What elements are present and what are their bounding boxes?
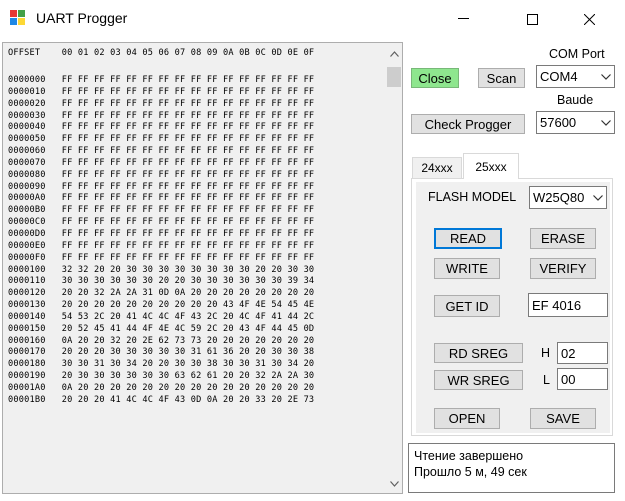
com-port-select[interactable]: COM4 (536, 65, 615, 88)
hex-row: 00000F0 FF FF FF FF FF FF FF FF FF FF FF… (8, 252, 315, 263)
close-icon (583, 13, 595, 25)
window-title: UART Progger (36, 10, 128, 26)
hex-row: 0000050 FF FF FF FF FF FF FF FF FF FF FF… (8, 134, 315, 145)
hex-row: 0000140 54 53 2C 20 41 4C 4C 4F 43 2C 20… (8, 311, 315, 322)
baude-label: Baude (557, 93, 594, 107)
hex-row: 0000020 FF FF FF FF FF FF FF FF FF FF FF… (8, 98, 315, 109)
check-progger-button[interactable]: Check Progger (411, 114, 525, 134)
h-label: H (541, 346, 551, 360)
write-button[interactable]: WRITE (434, 258, 500, 279)
l-label: L (543, 373, 550, 387)
open-button[interactable]: OPEN (434, 408, 500, 429)
hex-row: 0000070 FF FF FF FF FF FF FF FF FF FF FF… (8, 157, 315, 168)
tab-24xxx[interactable]: 24xxx (412, 157, 462, 178)
scroll-thumb[interactable] (387, 67, 401, 87)
hex-row: 00001A0 0A 20 20 20 20 20 20 20 20 20 20… (8, 382, 315, 393)
hex-row: 00000A0 FF FF FF FF FF FF FF FF FF FF FF… (8, 193, 315, 204)
hex-row: 00001B0 20 20 20 41 4C 4C 4F 43 0D 0A 20… (8, 394, 315, 405)
baude-value: 57600 (540, 115, 577, 130)
chevron-down-icon (597, 66, 614, 87)
chevron-down-icon (589, 187, 606, 208)
hex-row: 0000090 FF FF FF FF FF FF FF FF FF FF FF… (8, 181, 315, 192)
hex-row: 0000190 20 30 30 30 30 30 30 63 62 61 20… (8, 371, 315, 382)
minimize-icon (457, 18, 469, 19)
verify-button[interactable]: VERIFY (530, 258, 596, 279)
hex-rows: 0000000 FF FF FF FF FF FF FF FF FF FF FF… (8, 75, 314, 407)
com-port-label: COM Port (549, 47, 605, 61)
hex-row: 0000000 FF FF FF FF FF FF FF FF FF FF FF… (8, 75, 315, 85)
hex-row: 00000C0 FF FF FF FF FF FF FF FF FF FF FF… (8, 217, 315, 228)
save-button[interactable]: SAVE (530, 408, 596, 429)
hex-row: 00000D0 FF FF FF FF FF FF FF FF FF FF FF… (8, 228, 315, 239)
scroll-up-arrow[interactable] (385, 45, 402, 63)
title-bar: UART Progger (0, 0, 625, 38)
baude-select[interactable]: 57600 (536, 111, 615, 134)
close-port-button[interactable]: Close (411, 68, 459, 88)
flash-model-value: W25Q80 (533, 190, 585, 205)
get-id-button[interactable]: GET ID (434, 295, 500, 317)
tab-25xxx[interactable]: 25xxx (463, 153, 519, 179)
hex-row: 00000E0 FF FF FF FF FF FF FF FF FF FF FF… (8, 240, 315, 251)
scroll-down-arrow[interactable] (385, 475, 402, 493)
hex-row: 0000180 30 30 31 30 34 20 20 30 30 38 30… (8, 359, 315, 370)
com-port-value: COM4 (540, 69, 578, 84)
scan-button[interactable]: Scan (478, 68, 525, 88)
hex-row: 0000040 FF FF FF FF FF FF FF FF FF FF FF… (8, 122, 315, 133)
hex-row: 00000B0 FF FF FF FF FF FF FF FF FF FF FF… (8, 205, 315, 216)
status-box: Чтение завершено Прошло 5 м, 49 сек (408, 443, 615, 493)
hex-row: 0000010 FF FF FF FF FF FF FF FF FF FF FF… (8, 86, 315, 97)
hex-header: OFFSET 00 01 02 03 04 05 06 07 08 09 0A … (8, 48, 315, 58)
status-line-2: Прошло 5 м, 49 сек (414, 465, 527, 479)
hex-row: 0000030 FF FF FF FF FF FF FF FF FF FF FF… (8, 110, 315, 121)
hex-row: 0000160 0A 20 20 32 20 2E 62 73 73 20 20… (8, 335, 315, 346)
vertical-scrollbar[interactable] (384, 43, 402, 493)
minimize-button[interactable] (440, 0, 486, 38)
hex-row: 0000110 30 30 30 30 30 30 20 20 30 30 30… (8, 276, 315, 287)
hex-row: 0000080 FF FF FF FF FF FF FF FF FF FF FF… (8, 169, 315, 180)
hex-row: 0000100 32 32 20 20 30 30 30 30 30 30 30… (8, 264, 315, 275)
l-register-field[interactable]: 00 (557, 368, 608, 390)
hex-row: 0000170 20 20 20 30 30 30 30 30 31 61 36… (8, 347, 315, 358)
erase-button[interactable]: ERASE (530, 228, 596, 249)
chevron-up-icon (389, 51, 399, 57)
maximize-icon (526, 13, 538, 25)
h-register-field[interactable]: 02 (557, 342, 608, 364)
rd-sreg-button[interactable]: RD SREG (434, 343, 523, 363)
flash-model-label: FLASH MODEL (428, 190, 517, 204)
hex-row: 0000130 20 20 20 20 20 20 20 20 20 20 43… (8, 300, 315, 311)
hex-row: 0000120 20 20 32 2A 2A 31 0D 0A 20 20 20… (8, 288, 315, 299)
hex-row: 0000060 FF FF FF FF FF FF FF FF FF FF FF… (8, 146, 315, 157)
flash-model-select[interactable]: W25Q80 (529, 186, 607, 209)
hex-view[interactable]: OFFSET 00 01 02 03 04 05 06 07 08 09 0A … (2, 42, 403, 494)
read-button[interactable]: READ (434, 228, 502, 249)
maximize-button[interactable] (509, 0, 555, 38)
close-window-button[interactable] (566, 0, 612, 38)
id-field[interactable]: EF 4016 (528, 293, 608, 317)
wr-sreg-button[interactable]: WR SREG (434, 370, 523, 390)
app-icon (10, 10, 28, 26)
status-line-1: Чтение завершено (414, 449, 524, 463)
chevron-down-icon (597, 112, 614, 133)
chevron-down-icon (389, 481, 399, 487)
hex-row: 0000150 20 52 45 41 44 4F 4E 4C 59 2C 20… (8, 323, 315, 334)
